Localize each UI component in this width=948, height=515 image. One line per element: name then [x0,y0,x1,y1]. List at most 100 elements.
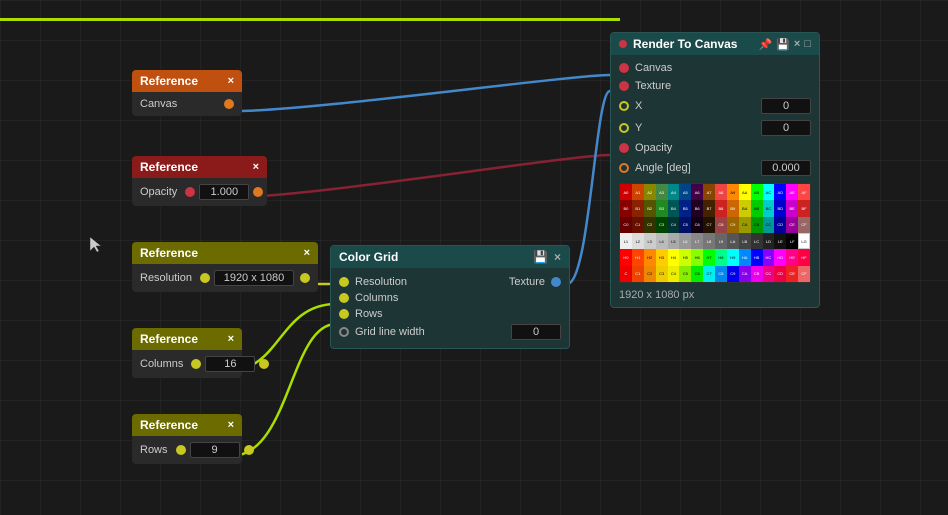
cp-cell: A4 [668,184,680,200]
cp-cell: A9 [727,184,739,200]
render-expand-icon[interactable]: □ [804,38,811,51]
cp-cell: B6 [691,200,703,216]
cg-rows-label: Rows [355,308,383,320]
opacity-port-label: Opacity [140,186,177,198]
reference-rows-close[interactable]: × [228,419,234,431]
cp-cell: CB [751,217,763,233]
color-grid-header: Color Grid 💾 × [331,246,569,268]
resolution-value[interactable]: 1920 x 1080 [214,270,294,286]
rows-input-port[interactable] [176,445,186,455]
cg-columns-label: Columns [355,292,398,304]
cp-cell: C3 [656,217,668,233]
cp-cell: H8 [715,249,727,265]
render-angle-value[interactable]: 0.000 [761,160,811,176]
rows-value[interactable]: 9 [190,442,240,458]
cp-cell: L9 [715,233,727,249]
render-opacity-port[interactable] [619,143,629,153]
cp-cell: H0 [620,249,632,265]
cp-cell: C8 [715,217,727,233]
opacity-value[interactable]: 1.000 [199,184,249,200]
cp-cell: C1 [632,266,644,282]
cg-columns-input[interactable] [339,293,349,303]
cp-cell: L8 [703,233,715,249]
reference-opacity-close[interactable]: × [253,161,259,173]
cp-cell: L6 [679,233,691,249]
columns-port-label: Columns [140,358,183,370]
render-texture-port[interactable] [619,81,629,91]
cg-gridwidth-value[interactable]: 0 [511,324,561,340]
render-angle-label: Angle [deg] [635,162,755,174]
color-grid-title: Color Grid [339,250,398,264]
cg-gridwidth-input[interactable] [339,327,349,337]
cp-cell: AA [739,184,751,200]
cp-cell: B8 [715,200,727,216]
cg-rows-row: Rows [339,306,561,322]
render-pin-icon[interactable]: 📌 [759,38,773,51]
reference-canvas-close[interactable]: × [228,75,234,87]
render-opacity-label: Opacity [635,142,811,154]
cp-cell: BD [774,200,786,216]
color-grid-close-icon[interactable]: × [554,250,561,264]
cp-cell: B0 [620,200,632,216]
opacity-input-port[interactable] [185,187,195,197]
cg-rows-input[interactable] [339,309,349,319]
cg-texture-output[interactable] [551,277,561,287]
render-to-canvas-panel: Render To Canvas 📌 💾 × □ Canvas Texture … [610,32,820,308]
render-x-port[interactable] [619,101,629,111]
render-y-row: Y 0 [619,117,811,139]
cp-cell: A1 [632,184,644,200]
render-header-icons: 📌 💾 × □ [759,38,812,51]
rows-output-port[interactable] [244,445,254,455]
cp-cell: LG [798,233,810,249]
cp-cell: C7 [703,266,715,282]
render-canvas-label: Canvas [635,62,811,74]
render-canvas-row: Canvas [619,59,811,77]
cp-cell: C3 [656,266,668,282]
cp-cell: H7 [703,249,715,265]
columns-input-port[interactable] [191,359,201,369]
render-resolution-display: 1920 x 1080 px [619,287,811,303]
resolution-input-port[interactable] [200,273,210,283]
reference-columns-close[interactable]: × [228,333,234,345]
cg-gridwidth-row: Grid line width 0 [339,322,561,342]
resolution-output-port[interactable] [300,273,310,283]
reference-rows-title: Reference [140,418,198,432]
reference-node-rows: Reference × Rows 9 [132,414,242,464]
cp-cell: C7 [703,217,715,233]
cg-resolution-label: Resolution [355,276,407,288]
cp-cell: C6 [691,266,703,282]
render-x-value[interactable]: 0 [761,98,811,114]
cp-cell: HA [739,249,751,265]
reference-node-canvas: Reference × Canvas [132,70,242,116]
cp-cell: C2 [644,266,656,282]
cp-cell: A6 [691,184,703,200]
cp-cell: C [620,266,632,282]
color-grid-save-icon[interactable]: 💾 [533,250,548,264]
canvas-output-port[interactable] [224,99,234,109]
cg-resolution-input[interactable] [339,277,349,287]
render-canvas-port[interactable] [619,63,629,73]
cp-cell: H5 [679,249,691,265]
reference-node-resolution: Reference × Resolution 1920 x 1080 [132,242,318,292]
columns-value[interactable]: 16 [205,356,255,372]
cp-cell: LD [763,233,775,249]
canvas-port-label: Canvas [140,98,177,110]
reference-resolution-close[interactable]: × [304,247,310,259]
cp-cell: LE [774,233,786,249]
cp-cell: L4 [656,233,668,249]
cp-cell: B5 [679,200,691,216]
render-angle-port[interactable] [619,163,629,173]
cp-cell: AE [786,184,798,200]
opacity-output-port[interactable] [253,187,263,197]
render-y-value[interactable]: 0 [761,120,811,136]
render-save-icon[interactable]: 💾 [776,38,790,51]
render-close-icon[interactable]: × [794,38,800,51]
reference-canvas-header: Reference × [132,70,242,92]
cp-cell: HF [798,249,810,265]
reference-resolution-title: Reference [140,246,198,260]
cp-cell: C2 [644,217,656,233]
color-grid-node: Color Grid 💾 × Resolution Texture Column… [330,245,570,349]
render-x-label: X [635,100,755,112]
render-panel-body: Canvas Texture X 0 Y 0 Opacity Angle [de… [611,55,819,307]
render-y-port[interactable] [619,123,629,133]
